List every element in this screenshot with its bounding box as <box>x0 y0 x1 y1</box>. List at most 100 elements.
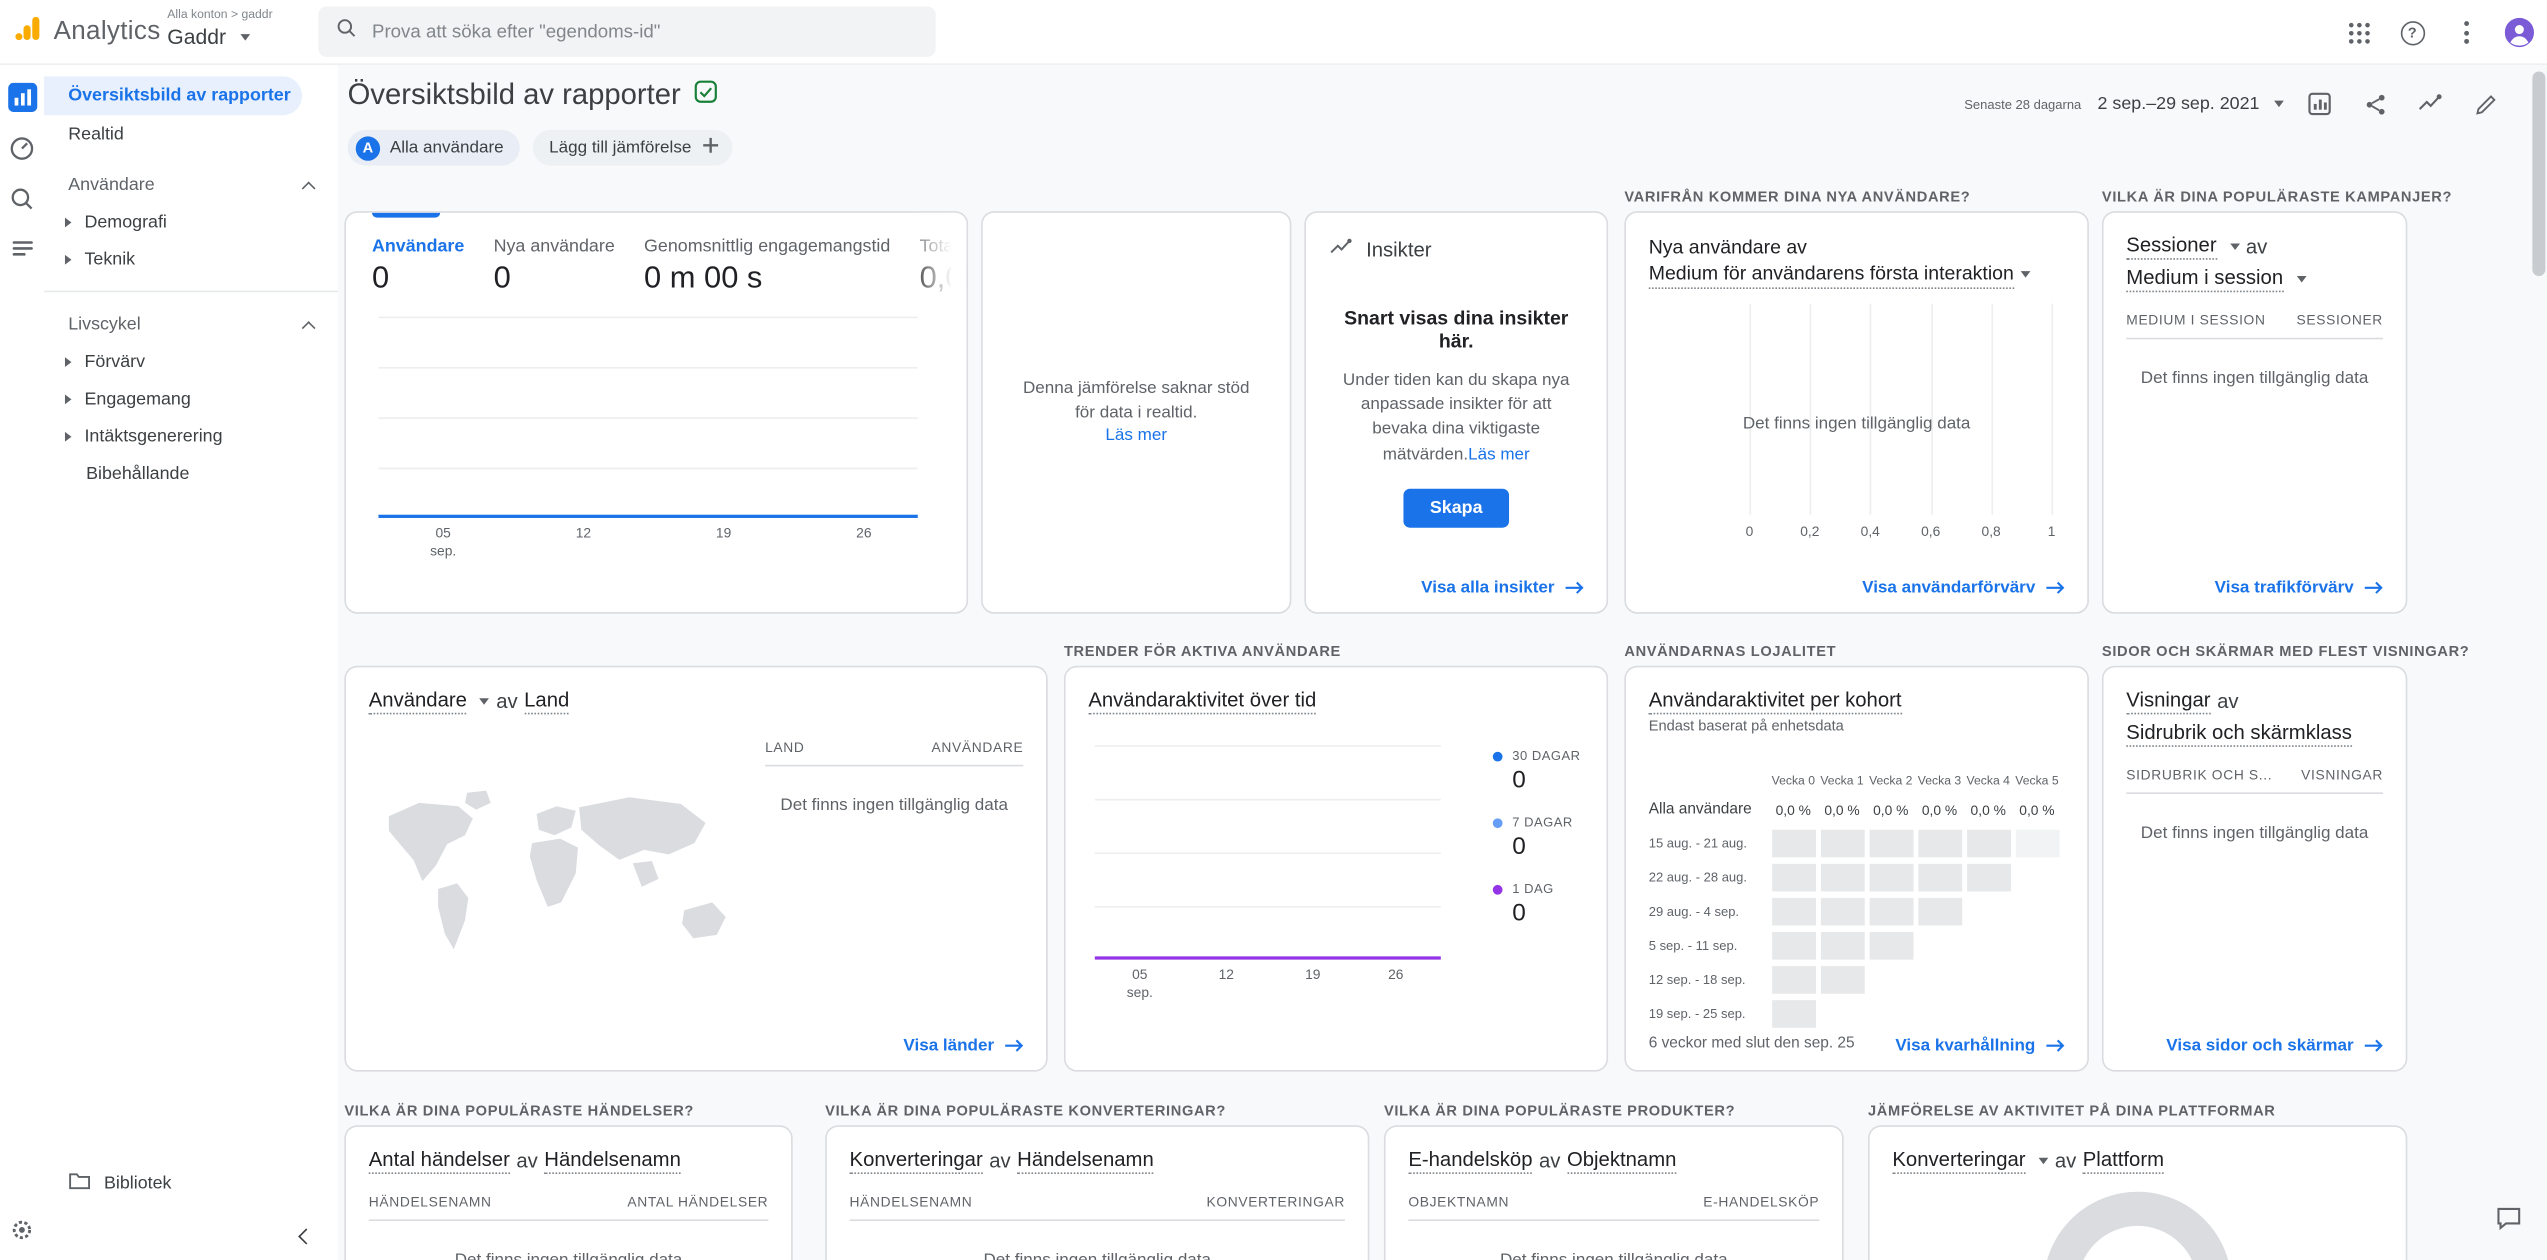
card-header[interactable]: Användaraktivitet över tid <box>1066 667 1607 714</box>
realtime-note: Denna jämförelse saknar stöd för data i … <box>983 213 1290 612</box>
add-comparison-chip[interactable]: Lägg till jämförelse <box>533 130 732 166</box>
feedback-chat-icon[interactable] <box>2487 1197 2529 1239</box>
users-line-chart: 05sep. 12 19 26 <box>378 317 917 518</box>
edit-pencil-icon[interactable] <box>2466 84 2505 123</box>
metric-selector[interactable]: Konverteringar <box>1892 1148 2025 1174</box>
customize-report-icon[interactable] <box>2300 84 2339 123</box>
tab-users[interactable]: Användare 0 <box>372 213 464 297</box>
card-header[interactable]: Användare av Land <box>346 667 1046 714</box>
analytics-home-link[interactable]: Analytics <box>13 0 161 65</box>
data-quality-icon[interactable] <box>694 79 718 111</box>
breadcrumb: Alla konton > gaddr <box>167 6 272 21</box>
date-range-picker[interactable]: 2 sep.–29 sep. 2021 <box>2098 94 2284 113</box>
tab-avg-engagement-time[interactable]: Genomsnittlig engagemangstid 0 m 00 s <box>644 213 890 297</box>
dimension-selector[interactable]: Händelsenamn <box>544 1148 681 1174</box>
chevron-down-icon <box>241 33 251 39</box>
arrow-right-icon <box>2363 580 2384 596</box>
all-users-chip[interactable]: A Alla användare <box>348 130 520 166</box>
dimension-selector[interactable]: Plattform <box>2083 1148 2164 1174</box>
account-switcher[interactable]: Alla konton > gaddr Gaddr <box>167 6 272 48</box>
more-vert-icon[interactable] <box>2451 18 2480 47</box>
search-bar[interactable] <box>318 6 935 56</box>
card-header[interactable]: Visningar av Sidrubrik och skärmklass <box>2104 667 2406 747</box>
dimension-selector[interactable]: Medium i session <box>2126 266 2283 292</box>
nav-item-realtime[interactable]: Realtid <box>44 115 338 152</box>
world-map <box>369 752 772 1009</box>
google-apps-icon[interactable] <box>2344 18 2373 47</box>
insights-icon[interactable] <box>2411 84 2450 123</box>
nav-item-acquisition[interactable]: Förvärv <box>44 343 338 380</box>
nav-item-retention[interactable]: Bibehållande <box>44 455 338 492</box>
key-metrics-card: Användare 0 Nya användare 0 Genomsnittli… <box>344 211 968 614</box>
dimension-selector[interactable]: Händelsenamn <box>1017 1148 1154 1174</box>
empty-state: Det finns ingen tillgänglig data <box>850 1250 1345 1260</box>
nav-item-library[interactable]: Bibliotek <box>68 1172 171 1195</box>
tab-total-revenue[interactable]: Total intäkt 0,00 <box>920 213 969 297</box>
nav-item-demographics[interactable]: Demografi <box>44 203 338 240</box>
card-header[interactable]: Antal händelser av Händelsenamn <box>346 1127 791 1174</box>
metric-selector[interactable]: Konverteringar <box>850 1148 983 1174</box>
nav-section-lifecycle[interactable]: Livscykel <box>44 307 338 343</box>
create-insight-button[interactable]: Skapa <box>1404 489 1509 528</box>
nav-section-user[interactable]: Användare <box>44 167 338 203</box>
top-bar: Analytics Alla konton > gaddr Gaddr ? <box>0 0 2547 65</box>
home-rail-icon[interactable] <box>7 133 36 162</box>
folder-icon <box>68 1172 91 1195</box>
help-icon[interactable]: ? <box>2398 18 2427 47</box>
screen: Analytics Alla konton > gaddr Gaddr ? <box>0 0 2547 1260</box>
nav-item-monetization[interactable]: Intäktsgenerering <box>44 417 338 454</box>
metric-selector[interactable]: Visningar <box>2126 688 2210 714</box>
nav-item-snapshot[interactable]: Översiktsbild av rapporter <box>44 76 302 115</box>
tab-new-users[interactable]: Nya användare 0 <box>494 213 615 297</box>
legend-entry: 30 DAGAR 0 <box>1493 749 1581 794</box>
card-header[interactable]: Användaraktivitet per kohort <box>1626 667 2087 714</box>
column-header: SIDRUBRIK OCH S... <box>2126 766 2272 782</box>
empty-state: Det finns ingen tillgänglig data <box>765 796 1023 815</box>
expand-arrow-icon <box>65 356 71 366</box>
dimension-selector[interactable]: Sidrubrik och skärmklass <box>2126 721 2352 747</box>
active-users-card: Användaraktivitet över tid 05sep. 12 19 … <box>1064 666 1608 1072</box>
view-traffic-acquisition-link[interactable]: Visa trafikförvärv <box>2215 578 2385 597</box>
card-header[interactable]: Konverteringar av Händelsenamn <box>827 1127 1368 1174</box>
share-icon[interactable] <box>2355 84 2394 123</box>
view-pages-screens-link[interactable]: Visa sidor och skärmar <box>2166 1036 2384 1055</box>
metric-selector[interactable]: Sessioner <box>2126 234 2216 260</box>
nav-item-engagement[interactable]: Engagemang <box>44 380 338 417</box>
metric-label: Användare <box>372 237 464 256</box>
chevron-left-icon <box>297 1228 313 1244</box>
dimension-selector[interactable]: Medium för användarens första interaktio… <box>1649 260 2014 290</box>
advertising-rail-icon[interactable] <box>7 234 36 263</box>
card-header[interactable]: Nya användare av Medium för användarens … <box>1626 213 2087 290</box>
of-label: av <box>2055 1150 2076 1173</box>
metric-selector[interactable]: E-handelsköp <box>1408 1148 1532 1174</box>
admin-gear-icon[interactable] <box>0 1216 44 1244</box>
data-table: HÄNDELSENAMN KONVERTERINGAR Det finns in… <box>850 1193 1345 1260</box>
card-header[interactable]: E-handelsköp av Objektnamn <box>1386 1127 1842 1174</box>
card-header[interactable]: Konverteringar av Plattform <box>1870 1127 2406 1174</box>
learn-more-link[interactable]: Läs mer <box>1468 444 1530 463</box>
metric-selector[interactable]: Antal händelser <box>369 1148 510 1174</box>
view-user-acquisition-link[interactable]: Visa användarförvärv <box>1862 578 2066 597</box>
dimension-selector[interactable]: Objektnamn <box>1567 1148 1676 1174</box>
dimension-selector[interactable]: Land <box>524 688 569 714</box>
report-snapshot-page: Översiktsbild av rapporter A Alla använd… <box>338 65 2547 1260</box>
metric-selector[interactable]: Användare <box>369 688 467 714</box>
search-input[interactable] <box>372 22 919 41</box>
card-header[interactable]: Sessioner av Medium i session <box>2104 213 2406 293</box>
view-countries-link[interactable]: Visa länder <box>903 1036 1025 1055</box>
view-all-insights-link[interactable]: Visa alla insikter <box>1421 578 1585 597</box>
view-retention-link[interactable]: Visa kvarhållning <box>1895 1036 2066 1055</box>
metric-value: 0,00 <box>920 261 969 297</box>
column-header: MEDIUM I SESSION <box>2126 312 2265 328</box>
reports-rail-icon[interactable] <box>7 83 36 112</box>
user-avatar[interactable] <box>2505 18 2534 47</box>
explore-rail-icon[interactable] <box>7 183 36 212</box>
nav-item-tech[interactable]: Teknik <box>44 240 338 277</box>
google-analytics-app: Analytics Alla konton > gaddr Gaddr ? <box>0 0 2547 1260</box>
scrollbar-thumb[interactable] <box>2532 71 2545 276</box>
collapse-nav-button[interactable] <box>286 1216 325 1255</box>
metric-value: 0 m 00 s <box>644 261 890 297</box>
nav-label: Intäktsgenerering <box>84 426 222 445</box>
nav-label: Bibliotek <box>104 1174 172 1193</box>
learn-more-link[interactable]: Läs mer <box>1105 424 1167 448</box>
